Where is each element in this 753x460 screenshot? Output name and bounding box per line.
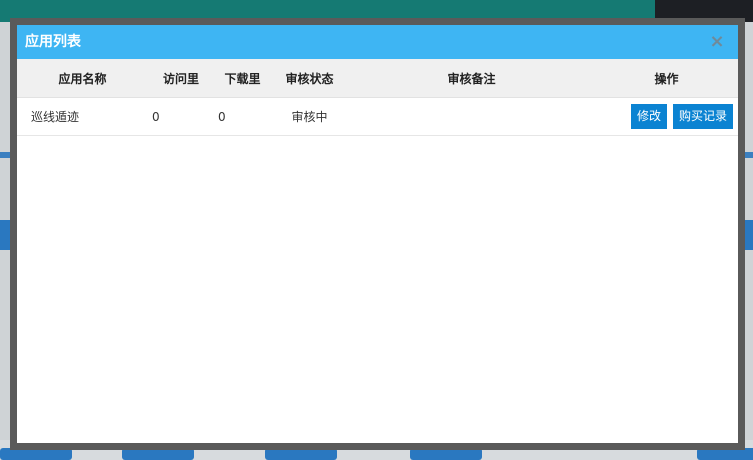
dialog-title: 应用列表 bbox=[25, 34, 81, 50]
app-table: 应用名称 访问里 下载里 审核状态 审核备注 操作 巡线遁迹 0 0 审核中 修… bbox=[17, 59, 738, 136]
header-app-name: 应用名称 bbox=[17, 59, 148, 98]
header-downloads: 下载里 bbox=[214, 59, 271, 98]
header-review-remark: 审核备注 bbox=[348, 59, 595, 98]
cell-downloads: 0 bbox=[214, 97, 271, 136]
table-row: 巡线遁迹 0 0 审核中 修改 购买记录 bbox=[17, 97, 738, 136]
header-review-status: 审核状态 bbox=[271, 59, 348, 98]
cell-app-name: 巡线遁迹 bbox=[17, 97, 148, 136]
app-list-dialog: 应用列表 × 应用名称 访问里 下载里 审核状态 审核备注 操作 巡线遁迹 0 … bbox=[10, 18, 745, 450]
cell-actions: 修改 购买记录 bbox=[595, 97, 738, 136]
purchase-records-button[interactable]: 购买记录 bbox=[672, 104, 733, 129]
header-visits: 访问里 bbox=[148, 59, 214, 98]
cell-review-status: 审核中 bbox=[271, 97, 348, 136]
table-header-row: 应用名称 访问里 下载里 审核状态 审核备注 操作 bbox=[17, 59, 738, 98]
dialog-header: 应用列表 × bbox=[17, 25, 738, 59]
dialog-body: 应用列表 × 应用名称 访问里 下载里 审核状态 审核备注 操作 巡线遁迹 0 … bbox=[17, 25, 738, 443]
close-icon[interactable]: × bbox=[706, 29, 728, 55]
cell-review-remark bbox=[348, 97, 595, 136]
edit-button[interactable]: 修改 bbox=[630, 104, 667, 129]
header-actions: 操作 bbox=[595, 59, 738, 98]
cell-visits: 0 bbox=[148, 97, 214, 136]
